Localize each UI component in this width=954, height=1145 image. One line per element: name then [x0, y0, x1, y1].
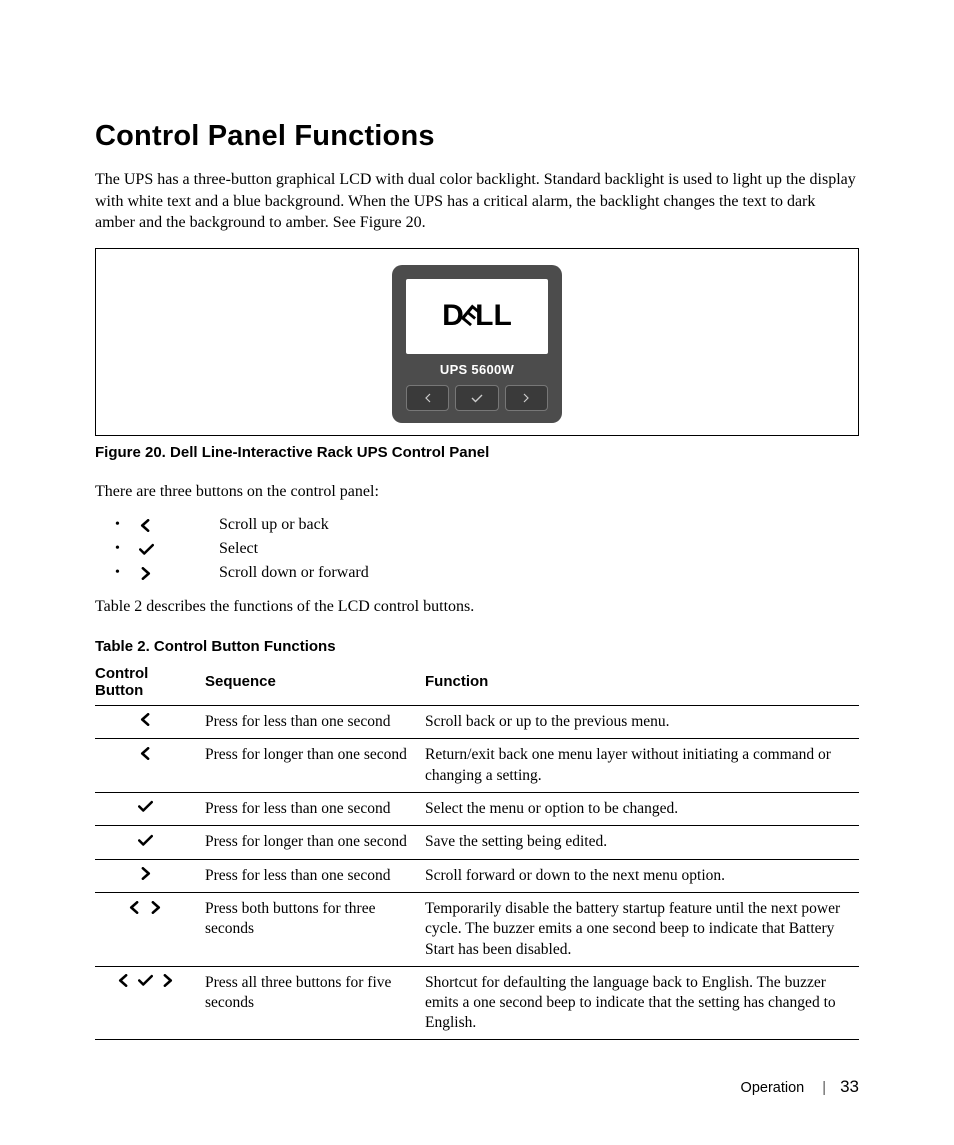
list-item-text: Select: [219, 540, 258, 558]
page-footer: Operation | 33: [741, 1077, 859, 1097]
control-button-functions-table: Control Button Sequence Function Press f…: [95, 659, 859, 1040]
sequence-cell: Press for less than one second: [205, 705, 425, 739]
function-cell: Scroll forward or down to the next menu …: [425, 859, 859, 893]
list-icon: [135, 543, 219, 556]
chevron-right-icon: [161, 974, 174, 987]
control-button-cell: [95, 705, 205, 739]
button-intro-paragraph: There are three buttons on the control p…: [95, 481, 859, 503]
table-row: Press for less than one secondSelect the…: [95, 792, 859, 826]
chevron-left-icon: [423, 393, 433, 403]
list-icon: [135, 519, 219, 532]
check-icon: [471, 393, 483, 403]
table-row: Press for longer than one secondSave the…: [95, 826, 859, 860]
chevron-left-icon: [139, 747, 152, 760]
function-cell: Temporarily disable the battery startup …: [425, 893, 859, 966]
list-item: • Scroll up or back: [115, 516, 859, 534]
ups-device-panel: D E L L UPS 5600W: [392, 265, 562, 423]
control-button-cell: [95, 792, 205, 826]
table-row: Press all three buttons for five seconds…: [95, 966, 859, 1039]
control-button-cell: [95, 859, 205, 893]
control-button-cell: [95, 739, 205, 792]
chevron-right-icon: [139, 867, 152, 880]
control-button-cell: [95, 893, 205, 966]
device-right-button: [505, 385, 548, 411]
chevron-left-icon: [139, 713, 152, 726]
figure-frame: D E L L UPS 5600W: [95, 248, 859, 436]
table-body: Press for less than one secondScroll bac…: [95, 705, 859, 1039]
list-item: • Select: [115, 540, 859, 558]
chevron-left-icon: [128, 901, 141, 914]
sequence-cell: Press all three buttons for five seconds: [205, 966, 425, 1039]
table-intro-paragraph: Table 2 describes the functions of the L…: [95, 596, 859, 618]
table-header: Control Button: [95, 659, 205, 706]
table-row: Press for longer than one secondReturn/e…: [95, 739, 859, 792]
page: Control Panel Functions The UPS has a th…: [0, 0, 954, 1145]
device-button-row: [406, 385, 548, 411]
chevron-right-icon: [139, 567, 152, 580]
figure-caption: Figure 20. Dell Line-Interactive Rack UP…: [95, 444, 859, 461]
chevron-right-icon: [521, 393, 531, 403]
control-button-cell: [95, 966, 205, 1039]
list-item-text: Scroll up or back: [219, 516, 329, 534]
table-row: Press both buttons for three secondsTemp…: [95, 893, 859, 966]
section-heading: Control Panel Functions: [95, 120, 859, 153]
device-select-button: [455, 385, 498, 411]
table-caption: Table 2. Control Button Functions: [95, 638, 859, 655]
bullet: •: [115, 517, 135, 533]
chevron-right-icon: [149, 901, 162, 914]
button-description-list: • Scroll up or back • Select • Scroll down or…: [95, 516, 859, 582]
table-header: Function: [425, 659, 859, 706]
device-model-label: UPS 5600W: [406, 362, 548, 377]
sequence-cell: Press for longer than one second: [205, 826, 425, 860]
footer-section: Operation: [741, 1080, 805, 1096]
device-left-button: [406, 385, 449, 411]
check-icon: [139, 543, 154, 556]
function-cell: Select the menu or option to be changed.: [425, 792, 859, 826]
check-icon: [138, 800, 153, 813]
check-icon: [138, 834, 153, 847]
function-cell: Shortcut for defaulting the language bac…: [425, 966, 859, 1039]
sequence-cell: Press for less than one second: [205, 792, 425, 826]
bullet: •: [115, 565, 135, 581]
chevron-left-icon: [117, 974, 130, 987]
dell-logo-letter: L: [494, 299, 512, 333]
function-cell: Save the setting being edited.: [425, 826, 859, 860]
device-lcd-screen: D E L L: [406, 279, 548, 354]
list-icon: [135, 567, 219, 580]
function-cell: Return/exit back one menu layer without …: [425, 739, 859, 792]
function-cell: Scroll back or up to the previous menu.: [425, 705, 859, 739]
sequence-cell: Press for less than one second: [205, 859, 425, 893]
table-header: Sequence: [205, 659, 425, 706]
check-icon: [138, 974, 153, 987]
sequence-cell: Press both buttons for three seconds: [205, 893, 425, 966]
list-item: • Scroll down or forward: [115, 564, 859, 582]
table-row: Press for less than one secondScroll bac…: [95, 705, 859, 739]
footer-page-number: 33: [840, 1077, 859, 1096]
chevron-left-icon: [139, 519, 152, 532]
footer-separator: |: [822, 1080, 826, 1096]
sequence-cell: Press for longer than one second: [205, 739, 425, 792]
control-button-cell: [95, 826, 205, 860]
table-row: Press for less than one secondScroll for…: [95, 859, 859, 893]
dell-logo: D E L L: [442, 299, 512, 333]
intro-paragraph: The UPS has a three-button graphical LCD…: [95, 169, 859, 234]
list-item-text: Scroll down or forward: [219, 564, 369, 582]
bullet: •: [115, 541, 135, 557]
